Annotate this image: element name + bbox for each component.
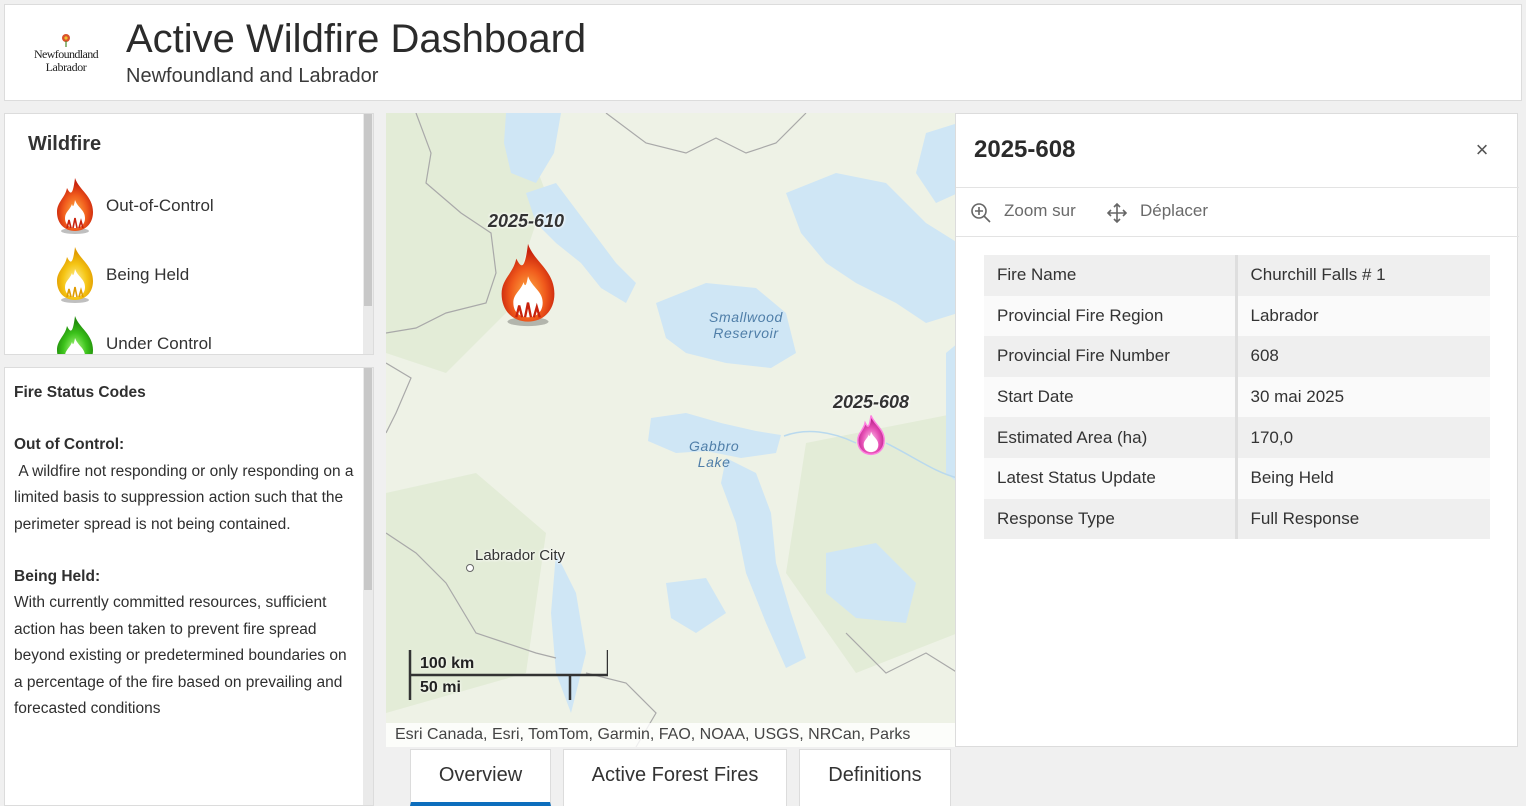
attribute-value: Churchill Falls # 1	[1236, 255, 1490, 296]
table-row: Provincial Fire Number 608	[984, 336, 1490, 377]
map-label-smallwood-reservoir: Smallwood Reservoir	[709, 309, 783, 341]
page-subtitle: Newfoundland and Labrador	[126, 65, 379, 87]
move-label: Déplacer	[1140, 201, 1209, 220]
attribute-key: Provincial Fire Number	[984, 336, 1238, 377]
legend-scroll-thumb[interactable]	[364, 114, 372, 306]
scale-km-label: 100 km	[420, 655, 475, 672]
being-held-description: With currently committed resources, suff…	[14, 594, 347, 718]
zoom-to-label: Zoom sur	[1004, 201, 1076, 220]
legend-item-under-control: Under Control	[45, 314, 345, 354]
status-codes-title: Fire Status Codes	[14, 384, 146, 401]
attribute-key: Start Date	[984, 376, 1238, 418]
table-row: Start Date 30 mai 2025	[984, 376, 1490, 418]
table-row: Response Type Full Response	[984, 498, 1490, 540]
table-row: Provincial Fire Region Labrador	[984, 295, 1490, 337]
legend-label: Out-of-Control	[106, 196, 214, 215]
attribute-value: 608	[1236, 336, 1490, 377]
attribute-value: Full Response	[1236, 498, 1490, 540]
legend-scrollbar[interactable]	[363, 114, 373, 354]
popup-title: 2025-608	[974, 136, 1076, 163]
page-title: Active Wildfire Dashboard	[126, 17, 587, 61]
labrador-city-dot	[466, 564, 474, 572]
fire-label-2025-608: 2025-608	[833, 392, 910, 412]
under-control-flame-icon	[57, 316, 93, 354]
table-row: Fire Name Churchill Falls # 1	[984, 255, 1490, 296]
legend-panel: Wildfire Out-of-Control Being Held Under…	[4, 113, 374, 355]
attribute-value: Being Held	[1236, 457, 1490, 499]
map-label-gabbro-lake: Gabbro Lake	[689, 438, 740, 470]
status-codes-content: Fire Status Codes Out of Control: A wild…	[14, 380, 354, 748]
map-attribution[interactable]: Esri Canada, Esri, TomTom, Garmin, FAO, …	[386, 723, 958, 747]
attribute-key: Provincial Fire Region	[984, 295, 1238, 337]
status-codes-panel: Fire Status Codes Out of Control: A wild…	[4, 367, 374, 806]
map-label-labrador-city: Labrador City	[475, 547, 566, 564]
pitcher-plant-icon	[62, 34, 70, 47]
attribute-value: 30 mai 2025	[1236, 376, 1490, 418]
out-of-control-flame-icon	[57, 178, 93, 234]
attribute-table: Fire Name Churchill Falls # 1 Provincial …	[984, 255, 1490, 540]
legend-title: Wildfire	[28, 133, 102, 155]
attribute-value: Labrador	[1236, 295, 1490, 337]
tab-active-forest-fires[interactable]: Active Forest Fires	[563, 749, 787, 806]
attribute-key: Estimated Area (ha)	[984, 417, 1238, 458]
fire-marker-2025-610[interactable]	[484, 235, 572, 335]
legend-item-being-held: Being Held	[45, 245, 345, 305]
zoom-to-button[interactable]: Zoom sur	[970, 200, 1090, 224]
map-view[interactable]: Smallwood Reservoir Gabbro Lake Labrador C…	[386, 113, 958, 747]
out-of-control-heading: Out of Control:	[14, 436, 125, 454]
attribute-key: Latest Status Update	[984, 457, 1238, 499]
legend-label: Being Held	[106, 265, 190, 284]
header: Newfoundland Labrador Active Wildfire Da…	[4, 4, 1522, 101]
fire-marker-2025-608-selected[interactable]	[849, 413, 893, 459]
table-row: Estimated Area (ha) 170,0	[984, 417, 1490, 458]
tab-overview[interactable]: Overview	[410, 749, 551, 806]
zoom-in-icon	[971, 203, 991, 223]
legend-label: Under Control	[106, 334, 212, 353]
being-held-flame-icon	[57, 247, 93, 303]
attribute-key: Fire Name	[984, 255, 1238, 296]
scale-mi-label: 50 mi	[420, 679, 461, 696]
logo-text-labrador: Labrador	[45, 60, 87, 74]
table-row: Latest Status Update Being Held	[984, 457, 1490, 499]
attribute-key: Response Type	[984, 498, 1238, 540]
legend-item-out-of-control: Out-of-Control	[45, 176, 345, 236]
close-icon[interactable]: ×	[1470, 138, 1494, 162]
nl-logo: Newfoundland Labrador	[27, 33, 105, 79]
move-icon	[1106, 202, 1128, 224]
tab-definitions[interactable]: Definitions	[799, 749, 951, 806]
status-codes-scroll-thumb[interactable]	[364, 368, 372, 590]
status-codes-scrollbar[interactable]	[363, 368, 373, 805]
being-held-heading: Being Held:	[14, 568, 101, 586]
out-of-control-description: A wildfire not responding or only respon…	[14, 462, 358, 533]
fire-label-2025-610: 2025-610	[488, 211, 565, 231]
attribute-value: 170,0	[1236, 417, 1490, 458]
popup-divider	[956, 236, 1519, 237]
feature-popup: 2025-608 × Zoom sur Déplacer Fire Name Ch…	[955, 113, 1519, 747]
move-button[interactable]: Déplacer	[1106, 200, 1236, 224]
popup-actions: Zoom sur Déplacer	[956, 188, 1519, 236]
